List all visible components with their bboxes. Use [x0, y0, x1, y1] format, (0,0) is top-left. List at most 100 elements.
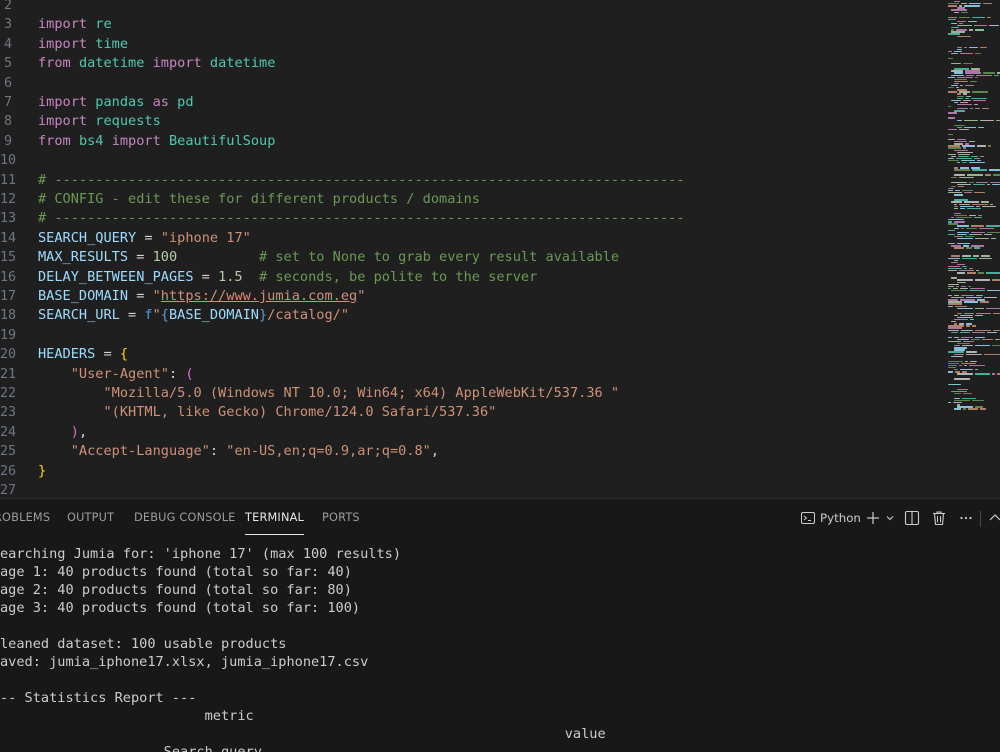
- tab-debug-console[interactable]: DEBUG CONSOLE: [134, 511, 236, 524]
- terminal-line: -- Statistics Report ---: [0, 690, 197, 706]
- minimap-stroke: [970, 287, 985, 290]
- minimap-stroke: [958, 153, 970, 156]
- minimap-stroke: [977, 145, 986, 147]
- line-number: 2: [3, 0, 12, 13]
- terminal-profile-label[interactable]: Python: [820, 511, 861, 525]
- minimap-stroke: [951, 390, 967, 393]
- minimap-stroke: [951, 99, 961, 102]
- minimap-stroke: [965, 97, 969, 99]
- minimap-stroke: [954, 169, 970, 171]
- minimap-stroke: [975, 369, 978, 371]
- minimap-stroke: [990, 203, 993, 205]
- minimap-stroke: [957, 231, 969, 234]
- minimap-stroke: [954, 101, 958, 104]
- tab-ports[interactable]: PORTS: [322, 511, 360, 524]
- minimap-stroke: [954, 314, 958, 317]
- chevron-down-icon[interactable]: [881, 509, 899, 527]
- minimap-stroke: [957, 281, 966, 283]
- minimap-stroke: [970, 360, 977, 363]
- maximize-panel-icon[interactable]: [986, 509, 1000, 527]
- minimap-stroke: [963, 408, 966, 410]
- terminal-line: leaned dataset: 100 usable products: [0, 636, 287, 652]
- terminal-line: age 2: 40 products found (total so far: …: [0, 582, 352, 598]
- minimap-stroke: [948, 112, 957, 114]
- minimap-stroke: [951, 289, 967, 292]
- minimap-stroke: [957, 20, 966, 23]
- operator: =: [119, 307, 145, 324]
- minimap-stroke: [957, 183, 971, 186]
- code-line: }: [38, 462, 46, 481]
- terminal-icon[interactable]: [799, 509, 817, 527]
- minimap-stroke: [974, 192, 985, 194]
- trash-icon[interactable]: [930, 509, 948, 527]
- minimap-stroke: [948, 257, 960, 259]
- code-line: from datetime import datetime: [38, 54, 275, 73]
- minimap-stroke: [948, 18, 956, 21]
- url-link[interactable]: https://www.jumia.com.eg: [161, 288, 357, 304]
- minimap-stroke: [957, 97, 963, 99]
- operator: =: [128, 288, 153, 304]
- minimap-stroke: [971, 225, 984, 227]
- minimap-stroke: [951, 185, 956, 188]
- tab-terminal[interactable]: TERMINAL: [245, 511, 305, 535]
- ellipsis-icon[interactable]: [957, 509, 975, 527]
- minimap-stroke: [962, 257, 977, 259]
- minimap-stroke: [948, 91, 957, 93]
- minimap-stroke: [957, 388, 968, 390]
- minimap-stroke: [948, 5, 957, 7]
- keyword: import: [38, 35, 88, 52]
- code-line: import requests: [38, 112, 161, 131]
- minimap-stroke: [948, 287, 951, 290]
- minimap-stroke: [971, 155, 978, 158]
- bracket: {: [119, 346, 129, 363]
- minimap-stroke: [948, 76, 955, 78]
- minimap-stroke: [970, 108, 973, 110]
- tab-output[interactable]: OUTPUT: [67, 511, 114, 524]
- minimap-stroke: [954, 11, 959, 13]
- minimap-stroke: [982, 108, 989, 110]
- code-editor[interactable]: 2 3 4 5 6 7 8 9 10 11 12 13 14 15 16 17 …: [0, 0, 1000, 498]
- plus-icon[interactable]: [864, 509, 882, 527]
- minimap-stroke: [973, 99, 986, 102]
- minimap-stroke: [966, 95, 971, 97]
- variable: SEARCH_URL: [38, 307, 120, 324]
- minimap-stroke: [991, 238, 996, 240]
- minimap-stroke: [987, 289, 1000, 292]
- minimap-stroke: [971, 338, 980, 341]
- operator: =: [193, 268, 219, 285]
- minimap-stroke: [989, 169, 1000, 171]
- minimap-stroke: [980, 301, 989, 303]
- minimap[interactable]: [948, 0, 1000, 420]
- code-line: "Mozilla/5.0 (Windows NT 10.0; Win64; x6…: [38, 384, 619, 403]
- string-literal: /catalog/": [267, 307, 350, 324]
- fstring-brace: }: [259, 307, 268, 324]
- minimap-stroke: [975, 52, 981, 55]
- bracket: }: [38, 462, 47, 479]
- minimap-stroke: [986, 272, 1000, 274]
- split-icon[interactable]: [903, 509, 921, 527]
- minimap-stroke: [948, 147, 961, 149]
- minimap-stroke: [964, 301, 978, 303]
- code-line: import time: [38, 35, 128, 54]
- minimap-stroke: [992, 183, 1000, 186]
- minimap-stroke: [951, 9, 967, 11]
- minimap-stroke: [975, 329, 991, 331]
- minimap-stroke: [975, 373, 990, 375]
- module-name: re: [95, 16, 112, 33]
- minimap-stroke: [993, 329, 1000, 331]
- code-line: "User-Agent": (: [38, 365, 194, 384]
- minimap-stroke: [975, 76, 978, 78]
- code-comment: # --------------------------------------…: [38, 210, 685, 227]
- minimap-stroke: [983, 72, 995, 74]
- line-number: 5: [3, 56, 12, 72]
- minimap-stroke: [966, 227, 977, 229]
- minimap-stroke: [948, 50, 952, 53]
- code-line: BASE_DOMAIN = "https://www.jumia.com.eg": [38, 287, 365, 306]
- minimap-stroke: [965, 72, 981, 74]
- minimap-stroke: [954, 149, 968, 151]
- string-quote: ": [152, 307, 161, 324]
- keyword: import: [38, 16, 88, 33]
- minimap-stroke: [992, 279, 1000, 281]
- tab-problems[interactable]: ROBLEMS: [0, 511, 50, 524]
- minimap-stroke: [957, 46, 962, 48]
